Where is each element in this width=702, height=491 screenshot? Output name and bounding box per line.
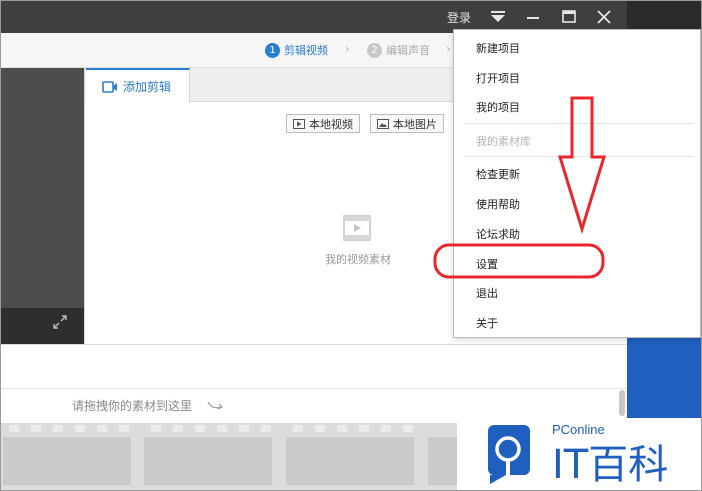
film-frame — [286, 437, 414, 485]
film-perforation — [315, 425, 325, 432]
film-perforation — [359, 425, 369, 432]
add-video-label: 本地视频 — [309, 117, 353, 131]
film-perforation — [381, 425, 391, 432]
video-preview — [1, 68, 84, 308]
annotation-arrow — [557, 96, 607, 235]
svg-text:IT百科: IT百科 — [552, 442, 668, 485]
watermark-brand-top: PConline — [552, 422, 605, 437]
film-frame — [3, 437, 131, 485]
film-perforation — [151, 425, 161, 432]
step-number: 2 — [367, 42, 382, 58]
add-image-label: 本地图片 — [393, 117, 437, 131]
maximize-icon[interactable] — [559, 7, 579, 27]
step-label: 编辑声音 — [386, 44, 430, 57]
film-perforation — [261, 425, 271, 432]
tab-label: 添加剪辑 — [123, 80, 172, 94]
add-local-image-button[interactable]: 本地图片 — [370, 114, 444, 133]
menu-item-my-library: 我的素材库 — [476, 135, 531, 148]
step-edit-video[interactable]: 1 剪辑视频 — [265, 42, 328, 58]
film-perforation — [173, 425, 183, 432]
timeline-divider — [1, 388, 627, 389]
close-icon[interactable] — [594, 7, 614, 27]
empty-media-text: 我的视频素材 — [325, 253, 391, 266]
watermark-brand-main: IT百科 — [552, 442, 668, 485]
film-perforation — [31, 425, 41, 432]
login-link[interactable]: 登录 — [447, 9, 471, 26]
video-camera-icon — [102, 80, 117, 93]
menu-item-help[interactable]: 使用帮助 — [476, 196, 520, 212]
timeline-scrollbar[interactable] — [619, 390, 625, 416]
film-perforation — [217, 425, 227, 432]
preview-controls — [1, 308, 84, 344]
step-label: 剪辑视频 — [284, 44, 328, 57]
chevron-right-icon: › — [345, 42, 350, 56]
menu-item-exit[interactable]: 退出 — [476, 285, 498, 301]
film-placeholder-icon — [343, 215, 371, 241]
step-edit-audio[interactable]: 2 编辑声音 — [367, 42, 430, 58]
fullscreen-icon[interactable] — [52, 314, 68, 330]
menu-dropdown-icon[interactable] — [488, 7, 508, 27]
tab-add-clip[interactable]: 添加剪辑 — [86, 68, 190, 103]
menu-item-open-project[interactable]: 打开项目 — [476, 70, 520, 86]
film-perforation — [119, 425, 129, 432]
menu-item-check-update[interactable]: 检查更新 — [476, 166, 520, 182]
pconline-logo — [488, 425, 530, 484]
menu-item-about[interactable]: 关于 — [476, 315, 498, 331]
film-perforation — [239, 425, 249, 432]
film-perforation — [293, 425, 303, 432]
menu-item-new-project[interactable]: 新建项目 — [476, 40, 520, 56]
film-perforation — [195, 425, 205, 432]
film-perforation — [403, 425, 413, 432]
film-frame — [144, 437, 272, 485]
chevron-right-icon: › — [446, 42, 451, 56]
film-perforation — [9, 425, 19, 432]
curved-arrow-icon — [207, 401, 224, 410]
minimize-icon[interactable] — [523, 7, 543, 27]
step-number: 1 — [265, 42, 280, 58]
film-perforation — [337, 425, 347, 432]
film-perforation — [53, 425, 63, 432]
film-perforation — [75, 425, 85, 432]
menu-item-my-projects[interactable]: 我的项目 — [476, 99, 520, 115]
drop-hint: 请拖拽你的素材到这里 — [72, 399, 193, 413]
film-perforation — [97, 425, 107, 432]
menu-item-forum[interactable]: 论坛求助 — [476, 226, 520, 242]
panel-divider — [1, 344, 627, 345]
play-icon — [293, 118, 305, 129]
add-local-video-button[interactable]: 本地视频 — [286, 114, 360, 133]
annotation-highlight — [433, 243, 605, 279]
image-icon — [377, 118, 389, 129]
